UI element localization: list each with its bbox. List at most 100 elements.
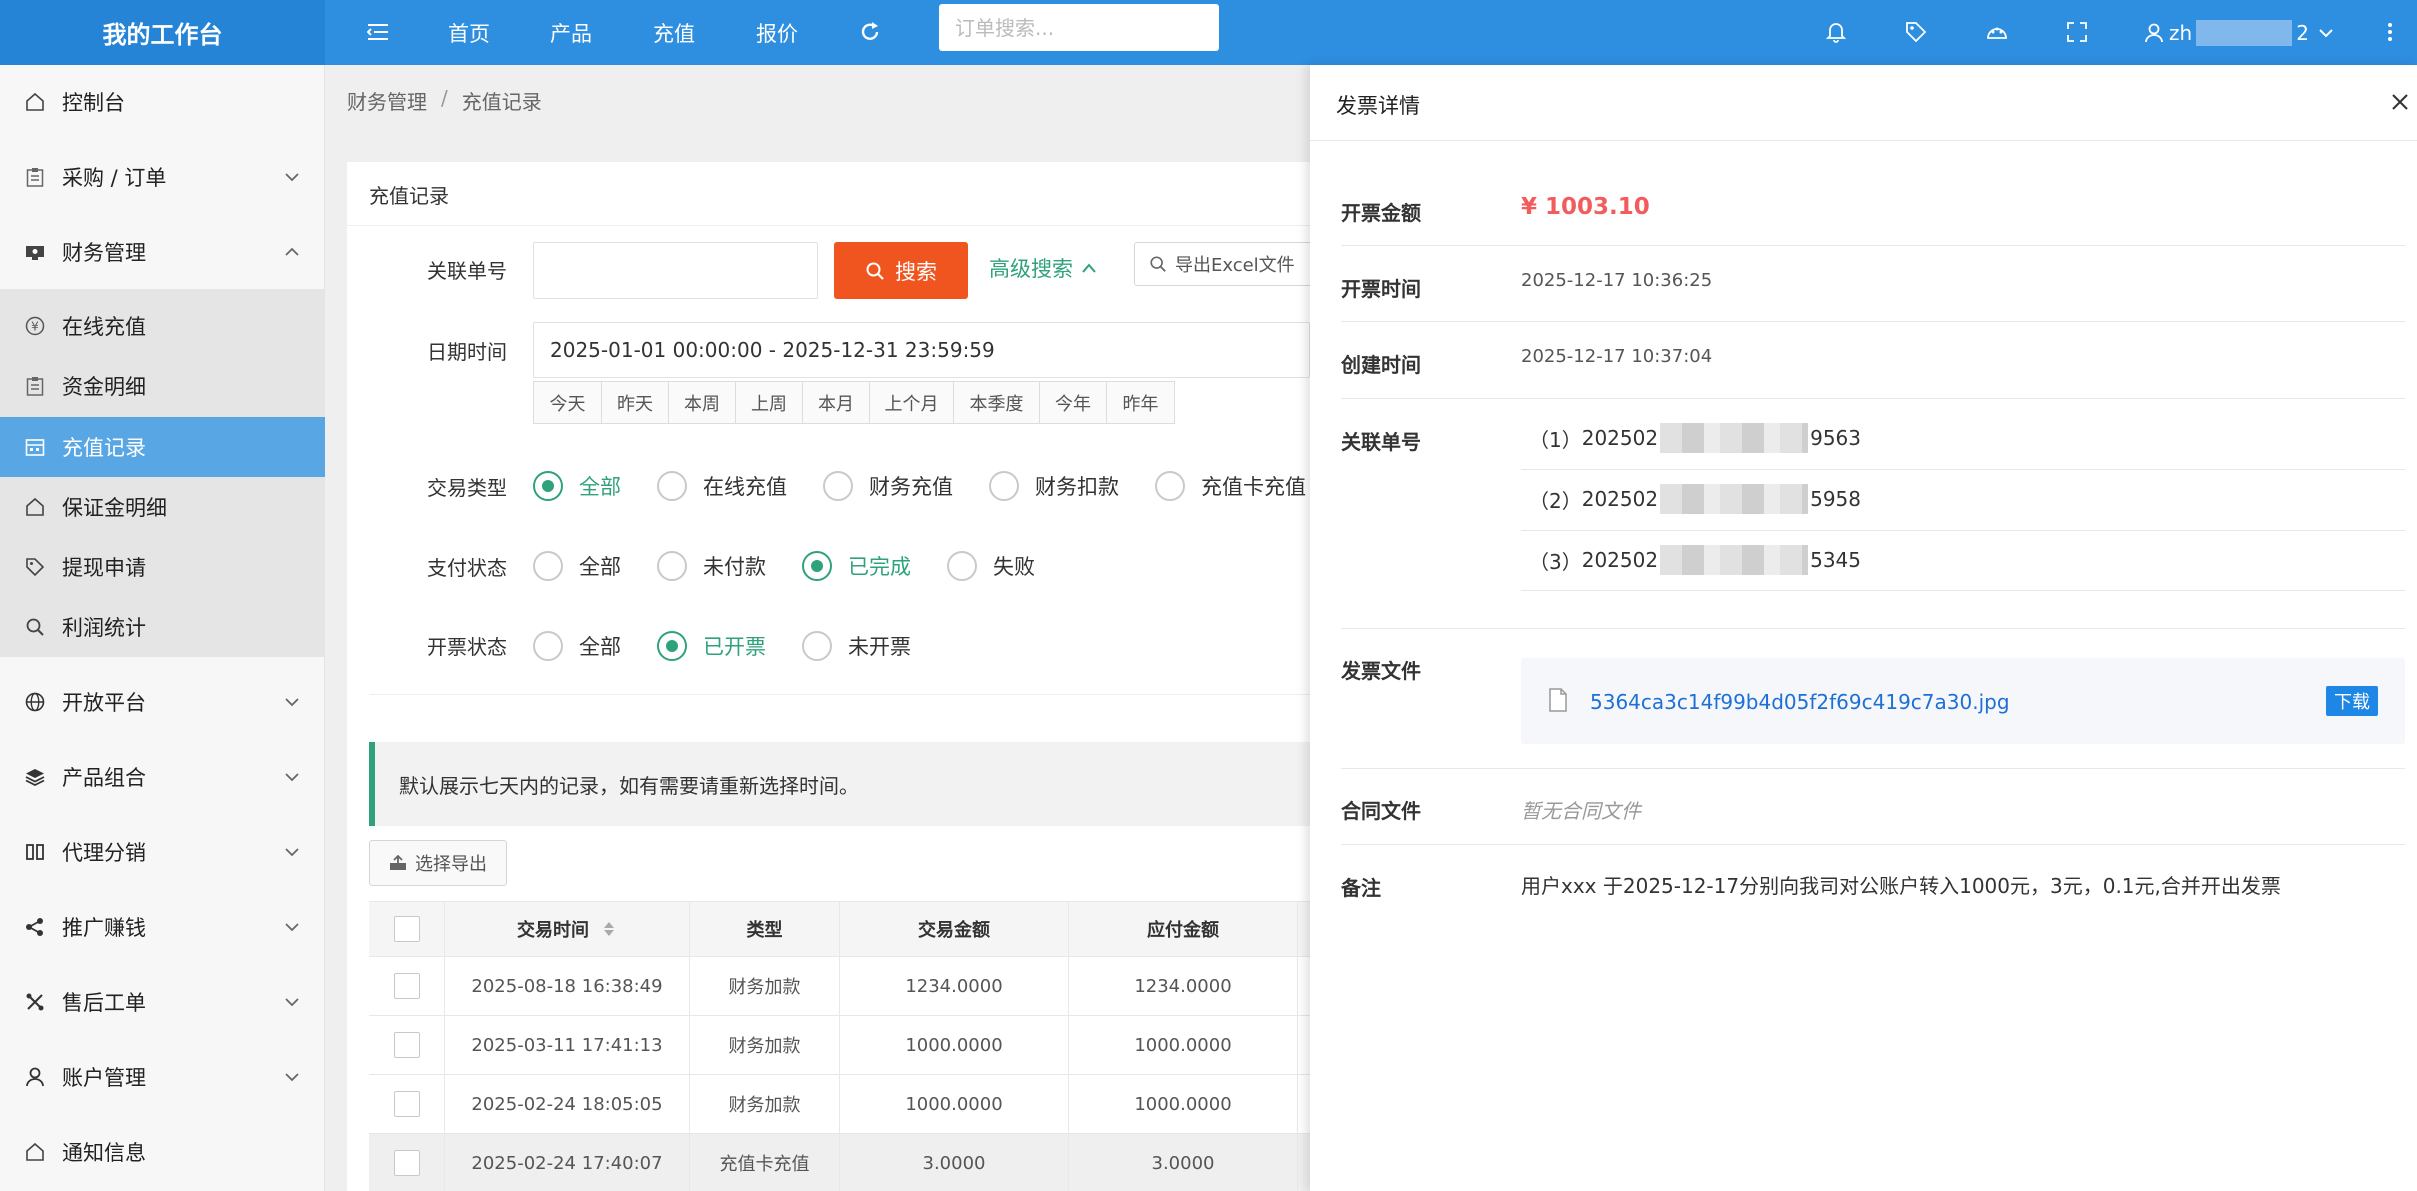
cell-type: 财务加款 bbox=[690, 957, 840, 1015]
sidebar-item-online-recharge[interactable]: ¥ 在线充值 bbox=[0, 296, 325, 356]
nav-home[interactable]: 首页 bbox=[448, 0, 490, 65]
quick-date-last-year[interactable]: 昨年 bbox=[1107, 382, 1174, 423]
sidebar-item-open-platform[interactable]: 开放平台 bbox=[0, 672, 325, 732]
sidebar-item-label: 充值记录 bbox=[62, 436, 146, 460]
select-export-button[interactable]: 选择导出 bbox=[369, 840, 507, 886]
columns-icon bbox=[24, 841, 46, 863]
chevron-down-icon bbox=[285, 698, 299, 707]
cell-type: 财务加款 bbox=[690, 1016, 840, 1074]
quick-date-this-year[interactable]: 今年 bbox=[1040, 382, 1107, 423]
download-button[interactable]: 下载 bbox=[2326, 686, 2378, 716]
row-divider bbox=[1341, 768, 2405, 769]
radio-invoice-not-issued[interactable]: 未开票 bbox=[802, 631, 911, 661]
quick-date-this-month[interactable]: 本月 bbox=[803, 382, 870, 423]
breadcrumb-current: 充值记录 bbox=[461, 90, 542, 114]
sidebar-item-finance[interactable]: 财务管理 bbox=[0, 222, 325, 282]
sidebar-item-label: 产品组合 bbox=[62, 766, 146, 790]
row-checkbox[interactable] bbox=[393, 1091, 420, 1117]
panel-title: 充值记录 bbox=[369, 184, 449, 208]
invoice-file-link[interactable]: 5364ca3c14f99b4d05f2f69c419c7a30.jpg bbox=[1590, 690, 2010, 714]
radio-pay-all[interactable]: 全部 bbox=[533, 551, 621, 581]
theme-palette-icon[interactable] bbox=[1979, 14, 2015, 50]
sidebar-item-profit-stats[interactable]: 利润统计 bbox=[0, 597, 325, 657]
trade-type-radio-group: 全部 在线充值 财务充值 财务扣款 充值卡充值 bbox=[533, 471, 1342, 501]
fullscreen-icon[interactable] bbox=[2059, 14, 2095, 50]
invoice-file-label: 发票文件 bbox=[1341, 659, 1421, 683]
cell-trade-time: 2025-03-11 17:41:13 bbox=[445, 1016, 690, 1074]
radio-circle bbox=[657, 631, 687, 661]
quick-date-group: 今天 昨天 本周 上周 本月 上个月 本季度 今年 昨年 bbox=[533, 381, 1175, 424]
export-excel-button[interactable]: 导出Excel文件 bbox=[1134, 242, 1314, 286]
col-trade-time[interactable]: 交易时间 bbox=[445, 902, 690, 956]
radio-pay-completed[interactable]: 已完成 bbox=[802, 551, 911, 581]
order-index: （1） bbox=[1529, 427, 1582, 452]
svg-text:¥: ¥ bbox=[31, 320, 39, 334]
sidebar-item-promotion[interactable]: 推广赚钱 bbox=[0, 897, 325, 957]
search-button-label: 搜索 bbox=[895, 259, 937, 284]
radio-pay-failed[interactable]: 失败 bbox=[947, 551, 1035, 581]
row-divider bbox=[1521, 530, 2405, 531]
select-all-checkbox[interactable] bbox=[393, 916, 420, 942]
nav-recharge[interactable]: 充值 bbox=[653, 0, 695, 65]
sidebar-item-account[interactable]: 账户管理 bbox=[0, 1047, 325, 1107]
breadcrumb-finance[interactable]: 财务管理 bbox=[347, 86, 427, 115]
row-divider bbox=[1521, 590, 2405, 591]
chevron-up-icon bbox=[1082, 263, 1096, 273]
sidebar-item-withdraw[interactable]: 提现申请 bbox=[0, 537, 325, 597]
sidebar-item-purchase-orders[interactable]: 采购 / 订单 bbox=[0, 147, 325, 207]
sidebar-item-label: 财务管理 bbox=[62, 241, 146, 265]
sidebar-item-deposit-details[interactable]: 保证金明细 bbox=[0, 477, 325, 537]
col-payable-amount: 应付金额 bbox=[1069, 902, 1298, 956]
nav-quote[interactable]: 报价 bbox=[756, 0, 798, 65]
bell-icon[interactable] bbox=[1818, 14, 1854, 50]
radio-trade-card-recharge[interactable]: 充值卡充值 bbox=[1155, 471, 1306, 501]
search-button[interactable]: 搜索 bbox=[834, 242, 968, 299]
date-range-input[interactable]: 2025-01-01 00:00:00 - 2025-12-31 23:59:5… bbox=[533, 322, 1310, 378]
sidebar-item-fund-details[interactable]: 资金明细 bbox=[0, 356, 325, 416]
quick-date-yesterday[interactable]: 昨天 bbox=[602, 382, 669, 423]
sidebar-item-dashboard[interactable]: 控制台 bbox=[0, 72, 325, 132]
radio-label: 全部 bbox=[579, 555, 621, 579]
sidebar-item-recharge-records[interactable]: 充值记录 bbox=[0, 417, 325, 477]
row-divider bbox=[1341, 321, 2405, 322]
sidebar-item-notifications[interactable]: 通知信息 bbox=[0, 1122, 325, 1182]
sidebar-item-agent-distribution[interactable]: 代理分销 bbox=[0, 822, 325, 882]
radio-pay-unpaid[interactable]: 未付款 bbox=[657, 551, 766, 581]
order-index: （2） bbox=[1529, 488, 1582, 513]
menu-toggle-icon[interactable] bbox=[360, 14, 396, 50]
quick-date-last-week[interactable]: 上周 bbox=[736, 382, 803, 423]
app-logo[interactable]: 我的工作台 bbox=[0, 0, 325, 65]
amount-label: 开票金额 bbox=[1341, 201, 1421, 225]
row-checkbox[interactable] bbox=[393, 973, 420, 999]
chevron-down-icon bbox=[285, 773, 299, 782]
search-icon bbox=[865, 261, 885, 281]
sidebar-item-product-bundle[interactable]: 产品组合 bbox=[0, 747, 325, 807]
radio-trade-all[interactable]: 全部 bbox=[533, 471, 621, 501]
sidebar-item-after-sales[interactable]: 售后工单 bbox=[0, 972, 325, 1032]
contract-file-empty: 暂无合同文件 bbox=[1521, 799, 1641, 823]
radio-invoice-all[interactable]: 全部 bbox=[533, 631, 621, 661]
quick-date-this-week[interactable]: 本周 bbox=[669, 382, 736, 423]
row-checkbox[interactable] bbox=[393, 1150, 420, 1176]
user-name-prefix: zh bbox=[2169, 20, 2193, 45]
user-menu[interactable]: zh 2 bbox=[2145, 0, 2333, 65]
radio-label: 未付款 bbox=[703, 555, 766, 579]
tag-icon[interactable] bbox=[1898, 14, 1934, 50]
refresh-icon[interactable] bbox=[852, 14, 888, 50]
radio-trade-online[interactable]: 在线充值 bbox=[657, 471, 787, 501]
more-vertical-icon[interactable] bbox=[2376, 14, 2404, 50]
order-search-input[interactable] bbox=[939, 4, 1219, 51]
quick-date-this-quarter[interactable]: 本季度 bbox=[954, 382, 1040, 423]
row-checkbox[interactable] bbox=[393, 1032, 420, 1058]
close-icon[interactable] bbox=[2386, 88, 2414, 116]
advanced-search-toggle[interactable]: 高级搜索 bbox=[989, 253, 1097, 283]
quick-date-last-month[interactable]: 上个月 bbox=[870, 382, 954, 423]
quick-date-today[interactable]: 今天 bbox=[534, 382, 602, 423]
radio-invoice-issued[interactable]: 已开票 bbox=[657, 631, 766, 661]
invoice-status-label: 开票状态 bbox=[427, 635, 507, 659]
radio-trade-finance-recharge[interactable]: 财务充值 bbox=[823, 471, 953, 501]
radio-trade-finance-deduct[interactable]: 财务扣款 bbox=[989, 471, 1119, 501]
order-no-input[interactable] bbox=[533, 242, 818, 299]
chevron-down-icon bbox=[285, 998, 299, 1007]
nav-products[interactable]: 产品 bbox=[550, 0, 592, 65]
